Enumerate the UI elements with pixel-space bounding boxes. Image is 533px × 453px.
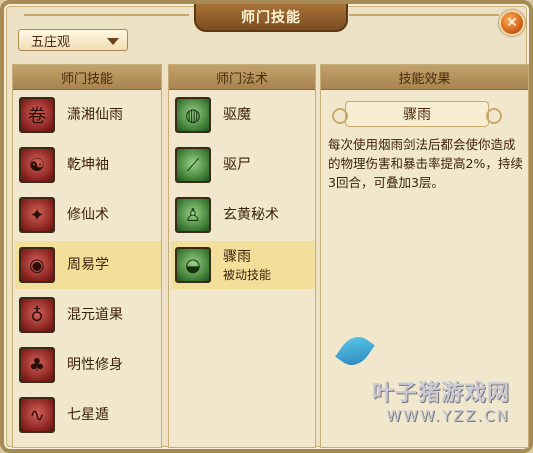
spell-row[interactable]: ♙ 玄黄秘术 [171,191,315,239]
scroll-icon: 卷 [19,97,55,133]
skill-row[interactable]: ✦ 修仙术 [15,191,161,239]
gourd-icon: ♁ [19,297,55,333]
skill-row[interactable]: ∿ 七星遁 [15,391,161,439]
tablet-icon: ◉ [19,247,55,283]
close-icon: ✕ [506,15,518,31]
close-button[interactable]: ✕ [499,10,525,36]
skill-row[interactable]: ☯ 乾坤袖 [15,141,161,189]
skill-label: 七星遁 [67,407,109,423]
skill-row[interactable]: ♁ 混元道果 [15,291,161,339]
watermark: 叶子猪游戏网 WWW.YZZ.CN [335,330,510,425]
skill-label: 潇湘仙雨 [67,107,123,123]
star-path-icon: ∿ [19,397,55,433]
watermark-main: 叶子猪游戏网 [371,381,510,406]
skill-label: 修仙术 [67,207,109,223]
cauldron-icon: ◒ [175,247,211,283]
school-dropdown[interactable]: 五庄观 [18,29,128,51]
spell-row[interactable]: ◍ 驱魔 [171,91,315,139]
spell-sublabel: 被动技能 [223,267,272,282]
whisk-icon: ⟋ [175,147,211,183]
spell-label: 驱尸 [223,157,251,173]
spells-panel: 师门法术 ◍ 驱魔 ⟋ 驱尸 ♙ 玄黄秘术 ◒ 骤雨被动技能 [168,64,316,448]
spell-label: 玄黄秘术 [223,207,279,223]
spells-panel-header: 师门法术 [169,65,315,90]
spell-row[interactable]: ◒ 骤雨被动技能 [171,241,315,289]
skill-label: 乾坤袖 [67,157,109,173]
effect-title: 骤雨 [332,101,502,127]
school-dropdown-value: 五庄观 [31,34,71,50]
title-deco-left [24,14,189,16]
skill-label: 混元道果 [67,307,123,323]
effect-panel-header: 技能效果 [321,65,528,90]
title-deco-right [349,14,499,16]
window-title: 师门技能 [194,4,348,32]
skill-label: 周易学 [67,257,109,273]
skill-window: 师门技能 ✕ 五庄观 师门技能 卷潇湘仙雨 ☯ 乾坤袖 ✦ 修仙术 ◉ 周易学 ♁ 混元道果 ♣ 明… [0,0,533,453]
skill-row[interactable]: ♣ 明性修身 [15,341,161,389]
chevron-down-icon [107,38,119,45]
taiji-sleeve-icon: ☯ [19,147,55,183]
watermark-sub: WWW.YZZ.CN [386,407,510,425]
immortal-figure-icon: ✦ [19,197,55,233]
skills-panel: 师门技能 卷潇湘仙雨 ☯ 乾坤袖 ✦ 修仙术 ◉ 周易学 ♁ 混元道果 ♣ 明性修身 ∿ 七星遁 [12,64,162,448]
skill-row[interactable]: ◉ 周易学 [15,241,161,289]
skill-row[interactable]: 卷潇湘仙雨 [15,91,161,139]
spell-label: 骤雨 [223,248,251,265]
effect-panel: 技能效果 骤雨 每次使用烟雨剑法后都会使你造成的物理伤害和暴击率提高2%，持续3… [320,64,529,448]
effect-description: 每次使用烟雨剑法后都会使你造成的物理伤害和暴击率提高2%，持续3回合，可叠加3层… [328,137,523,190]
skills-panel-header: 师门技能 [13,65,161,90]
tree-icon: ♣ [19,347,55,383]
skill-label: 明性修身 [67,357,123,373]
spell-label: 驱魔 [223,107,251,123]
meditation-icon: ♙ [175,197,211,233]
leaf-logo-icon [335,330,375,372]
bag-icon: ◍ [175,97,211,133]
spell-row[interactable]: ⟋ 驱尸 [171,141,315,189]
